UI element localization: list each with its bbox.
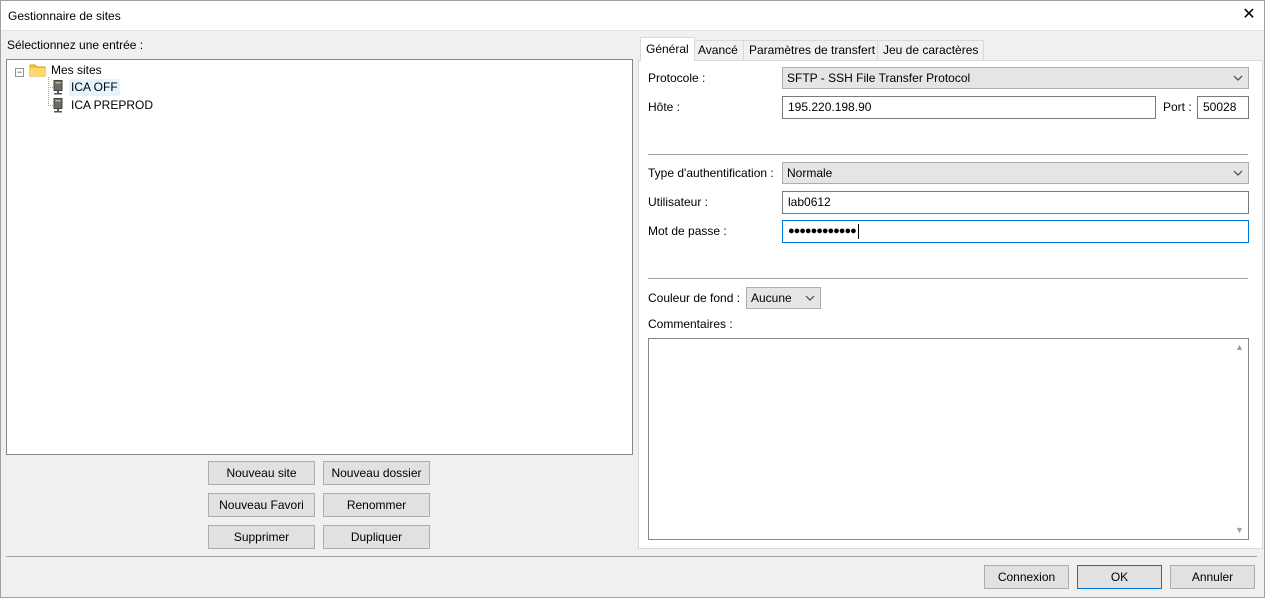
cancel-button[interactable]: Annuler <box>1170 565 1255 589</box>
scrollbar[interactable]: ▲ ▼ <box>1231 339 1248 539</box>
protocol-select[interactable]: SFTP - SSH File Transfer Protocol <box>782 67 1249 89</box>
user-input[interactable]: lab0612 <box>782 191 1249 214</box>
auth-type-label: Type d'authentification : <box>648 166 774 180</box>
title-bar: Gestionnaire de sites ✕ <box>0 0 1265 31</box>
select-entry-label: Sélectionnez une entrée : <box>7 38 144 52</box>
scroll-up-icon[interactable]: ▲ <box>1231 339 1248 356</box>
server-icon <box>53 98 63 113</box>
tab-transfer-settings[interactable]: Paramètres de transfert <box>743 40 882 60</box>
host-input[interactable]: 195.220.198.90 <box>782 96 1156 119</box>
divider <box>6 556 1257 557</box>
port-input[interactable]: 50028 <box>1197 96 1249 119</box>
comments-textarea[interactable]: ▲ ▼ <box>648 338 1249 540</box>
tab-panel-general: Protocole : SFTP - SSH File Transfer Pro… <box>638 60 1263 549</box>
text-cursor <box>857 223 859 239</box>
tree-item-label: ICA PREPROD <box>71 98 154 112</box>
collapse-icon[interactable]: − <box>15 68 24 77</box>
tab-general[interactable]: Général <box>640 37 695 61</box>
auth-type-select[interactable]: Normale <box>782 162 1249 184</box>
divider <box>648 278 1248 279</box>
port-label: Port : <box>1163 100 1192 114</box>
password-input[interactable]: ●●●●●●●●●●●● <box>782 220 1249 243</box>
tab-advanced[interactable]: Avancé <box>692 40 744 60</box>
tree-item-mes-sites[interactable]: − Mes sites <box>7 62 207 79</box>
scroll-down-icon[interactable]: ▼ <box>1231 522 1248 539</box>
chevron-down-icon <box>1233 163 1243 191</box>
tree-item-ica-off[interactable]: ICA OFF <box>7 79 207 96</box>
user-label: Utilisateur : <box>648 195 709 209</box>
protocol-label: Protocole : <box>648 71 706 85</box>
auth-type-value: Normale <box>787 166 833 180</box>
chevron-down-icon <box>805 288 815 316</box>
password-label: Mot de passe : <box>648 224 727 238</box>
delete-button[interactable]: Supprimer <box>208 525 315 549</box>
comments-label: Commentaires : <box>648 317 733 331</box>
tab-charset[interactable]: Jeu de caractères <box>877 40 985 60</box>
server-icon <box>53 80 63 95</box>
password-value: ●●●●●●●●●●●● <box>788 225 857 237</box>
ok-button[interactable]: OK <box>1077 565 1162 589</box>
bg-color-value: Aucune <box>751 291 792 305</box>
close-icon[interactable]: ✕ <box>1233 0 1265 31</box>
folder-icon <box>29 64 46 77</box>
tree-item-ica-preprod[interactable]: ICA PREPROD <box>7 97 207 114</box>
new-site-button[interactable]: Nouveau site <box>208 461 315 485</box>
tree-item-label: Mes sites <box>51 63 102 77</box>
duplicate-button[interactable]: Dupliquer <box>323 525 430 549</box>
new-bookmark-button[interactable]: Nouveau Favori <box>208 493 315 517</box>
rename-button[interactable]: Renommer <box>323 493 430 517</box>
chevron-down-icon <box>1233 68 1243 96</box>
bg-color-label: Couleur de fond : <box>648 291 741 305</box>
host-label: Hôte : <box>648 100 681 114</box>
bg-color-select[interactable]: Aucune <box>746 287 821 309</box>
site-tree[interactable]: − Mes sites ICA OFF ICA PREPROD <box>6 59 633 455</box>
window-title: Gestionnaire de sites <box>8 9 121 23</box>
tree-item-label: ICA OFF <box>69 79 120 96</box>
new-folder-button[interactable]: Nouveau dossier <box>323 461 430 485</box>
connect-button[interactable]: Connexion <box>984 565 1069 589</box>
protocol-value: SFTP - SSH File Transfer Protocol <box>787 71 971 85</box>
divider <box>648 154 1248 155</box>
